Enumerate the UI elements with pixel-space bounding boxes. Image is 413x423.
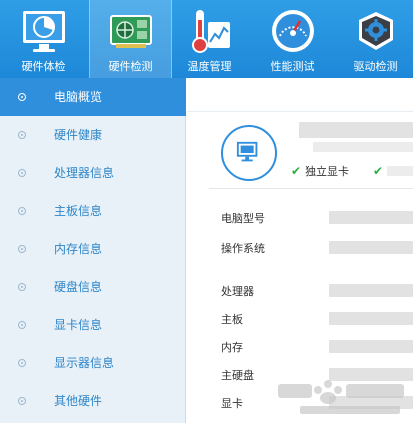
row-label-memory: 内存 [221, 341, 243, 354]
graphics-card-icon [109, 15, 152, 48]
sidebar: 电脑概览 硬件健康 处理器信息 主板信息 内存信息 硬盘信息 显卡信息 显示器信… [0, 78, 186, 423]
bullet-icon [18, 321, 26, 329]
computer-sub-redacted [313, 142, 413, 152]
sidebar-item-cpu-info[interactable]: 处理器信息 [0, 154, 186, 192]
sidebar-item-label: 内存信息 [54, 242, 103, 256]
sidebar-item-other-hardware[interactable]: 其他硬件 [0, 382, 186, 420]
speedometer-icon [271, 10, 314, 52]
toolbar-item-temperature[interactable]: 温度管理 [168, 0, 251, 78]
value-gpu-redacted [329, 396, 413, 409]
bullet-icon [18, 359, 26, 367]
value-cpu-redacted [329, 284, 413, 297]
sidebar-item-disk-info[interactable]: 硬盘信息 [0, 268, 186, 306]
gear-box-icon [358, 12, 393, 50]
value-motherboard-redacted [329, 312, 413, 325]
toolbar-item-hardware-checkup[interactable]: 硬件体检 [2, 0, 85, 78]
top-toolbar: 硬件体检 硬件检测 温度管理 性能测试 驱动检测 [0, 0, 413, 78]
row-label-motherboard: 主板 [221, 313, 243, 326]
sidebar-item-memory-info[interactable]: 内存信息 [0, 230, 186, 268]
bullet-icon [18, 169, 26, 177]
bullet-icon [18, 93, 26, 101]
toolbar-item-label: 硬件检测 [108, 60, 153, 73]
toolbar-item-performance[interactable]: 性能测试 [251, 0, 334, 78]
sidebar-item-label: 主板信息 [54, 204, 103, 218]
row-label-cpu: 处理器 [221, 285, 254, 298]
bullet-icon [18, 397, 26, 405]
sidebar-item-label: 显卡信息 [54, 318, 103, 332]
monitor-icon [236, 141, 258, 162]
pc-overview-badge [221, 125, 277, 181]
panel-header [187, 78, 413, 112]
sidebar-item-gpu-info[interactable]: 显卡信息 [0, 306, 186, 344]
check-icon: ✔ [373, 164, 384, 178]
sidebar-item-monitor-info[interactable]: 显示器信息 [0, 344, 186, 382]
tag-label: 独立显卡 [305, 165, 350, 178]
toolbar-item-label: 性能测试 [270, 60, 315, 73]
sidebar-item-label: 硬盘信息 [54, 280, 103, 294]
sidebar-item-label: 显示器信息 [54, 356, 115, 370]
bullet-icon [18, 283, 26, 291]
value-main-disk-redacted [329, 368, 413, 381]
sidebar-item-label: 电脑概览 [54, 90, 103, 104]
check-icon: ✔ [291, 164, 302, 178]
sidebar-item-label: 硬件健康 [54, 128, 103, 142]
row-label-main-disk: 主硬盘 [221, 369, 254, 382]
tag-discrete-gpu: ✔ 独立显卡 [291, 162, 349, 180]
toolbar-item-label: 硬件体检 [21, 60, 66, 73]
toolbar-item-driver[interactable]: 驱动检测 [334, 0, 413, 78]
tag-secondary: ✔ [373, 162, 387, 180]
divider [209, 188, 413, 189]
sidebar-item-pc-overview[interactable]: 电脑概览 [0, 78, 186, 116]
sidebar-item-motherboard-info[interactable]: 主板信息 [0, 192, 186, 230]
toolbar-item-hardware-detect[interactable]: 硬件检测 [89, 0, 172, 78]
overview-panel: ✔ 独立显卡 ✔ 电脑型号 操作系统 处理器 主板 内存 主硬盘 显卡 [187, 78, 413, 423]
tag-secondary-redacted [387, 166, 413, 176]
value-model-redacted [329, 211, 413, 224]
computer-name-redacted [299, 122, 413, 138]
value-os-redacted [329, 241, 413, 254]
monitor-chart-icon [22, 11, 65, 52]
sidebar-item-hardware-health[interactable]: 硬件健康 [0, 116, 186, 154]
row-label-gpu: 显卡 [221, 397, 243, 410]
sidebar-item-label: 处理器信息 [54, 166, 115, 180]
bullet-icon [18, 245, 26, 253]
row-label-os: 操作系统 [221, 242, 265, 255]
bullet-icon [18, 207, 26, 215]
toolbar-item-label: 驱动检测 [353, 60, 398, 73]
sidebar-item-label: 其他硬件 [54, 394, 103, 408]
bullet-icon [18, 131, 26, 139]
toolbar-item-label: 温度管理 [187, 60, 232, 73]
value-memory-redacted [329, 340, 413, 353]
thermometer-icon [191, 10, 230, 53]
row-label-model: 电脑型号 [221, 212, 265, 225]
